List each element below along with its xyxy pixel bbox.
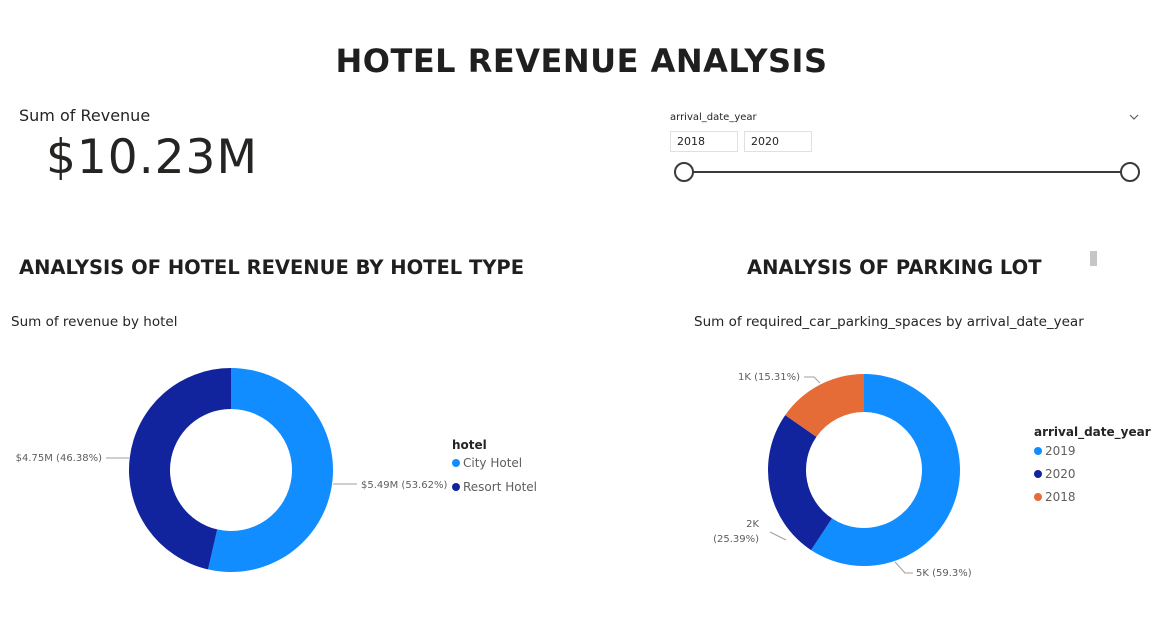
- data-label-leader: [804, 376, 821, 384]
- charts-canvas: $5.49M (53.62%) $4.75M (46.38%) hotel City …: [16, 368, 1151, 579]
- legend-marker[interactable]: [452, 483, 460, 491]
- data-label: (25.39%): [713, 534, 759, 545]
- donut-slice-2020[interactable]: [768, 415, 833, 551]
- data-label: 5K (59.3%): [916, 568, 972, 579]
- legend-item-2019[interactable]: 2019: [1045, 444, 1076, 458]
- legend-item-city-hotel[interactable]: City Hotel: [463, 456, 522, 470]
- data-label: $4.75M (46.38%): [16, 453, 102, 464]
- data-label: 2K: [746, 519, 759, 530]
- data-label: $5.49M (53.62%): [361, 480, 447, 491]
- data-label-leader: [769, 531, 787, 541]
- legend-item-resort-hotel[interactable]: Resort Hotel: [463, 480, 537, 494]
- legend-item-2018[interactable]: 2018: [1045, 490, 1076, 504]
- legend-marker[interactable]: [1034, 447, 1042, 455]
- legend-marker[interactable]: [1034, 470, 1042, 478]
- legend-marker[interactable]: [1034, 493, 1042, 501]
- legend-marker[interactable]: [452, 459, 460, 467]
- data-label-leader: [894, 561, 913, 574]
- legend-title: hotel: [452, 438, 487, 452]
- legend-title: arrival_date_year: [1034, 425, 1151, 440]
- data-label: 1K (15.31%): [738, 372, 800, 383]
- legend-item-2020[interactable]: 2020: [1045, 467, 1076, 481]
